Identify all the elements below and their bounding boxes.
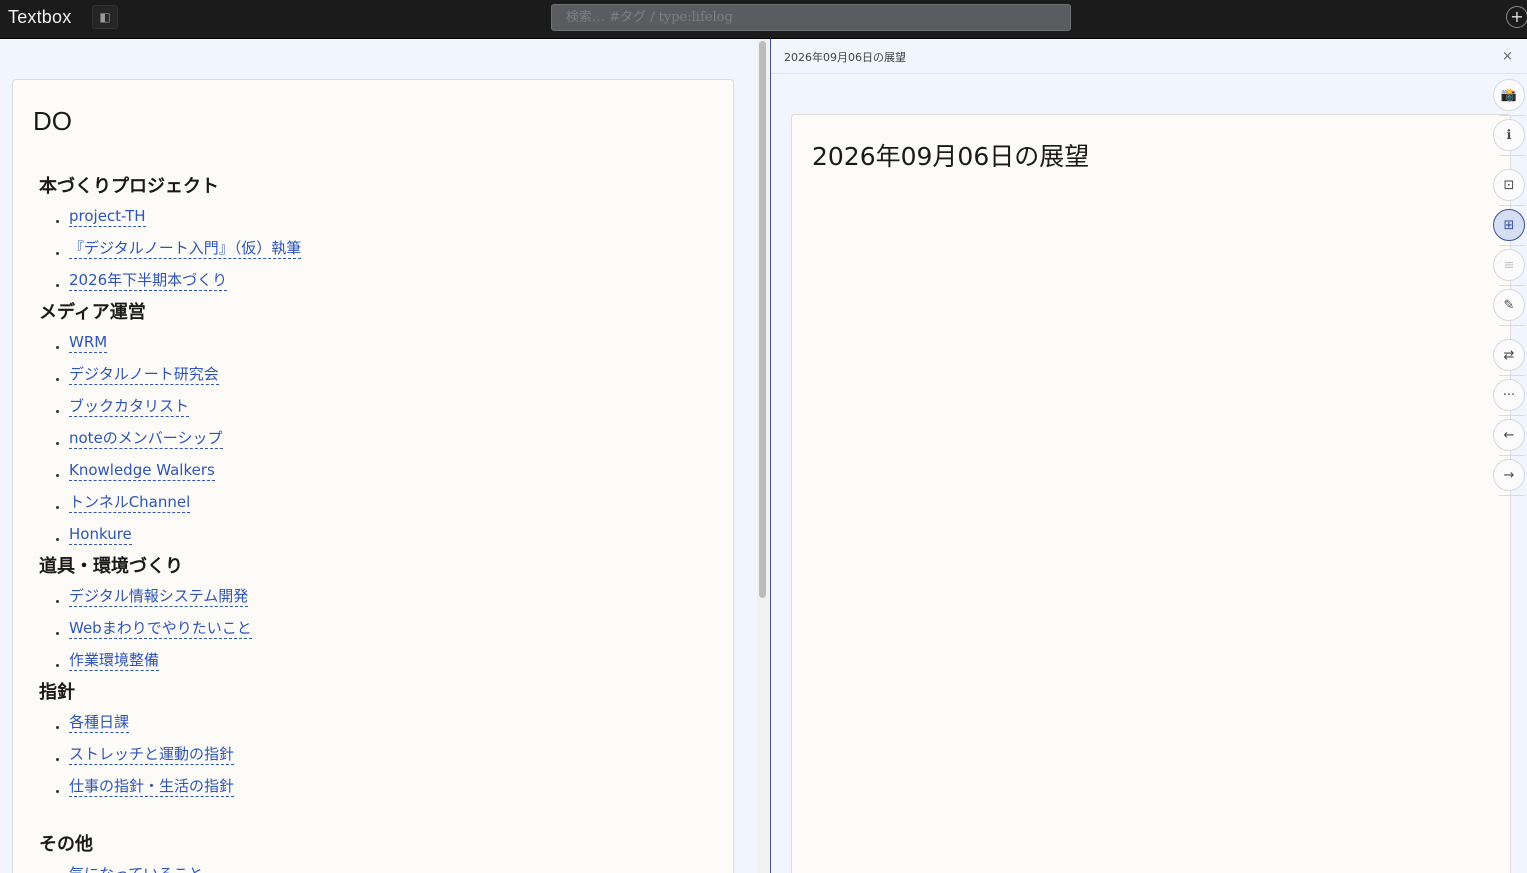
list-item: トンネルChannel	[39, 488, 719, 520]
list-item: デジタルノート研究会	[39, 360, 719, 392]
list-item: 仕事の指針・生活の指針	[39, 772, 719, 804]
toolbar-separator	[1499, 205, 1525, 206]
note-title: DO	[33, 106, 72, 136]
note-link[interactable]: 作業環境整備	[69, 651, 160, 671]
top-bar: Textbox ◧ +	[0, 0, 1527, 39]
forward-icon[interactable]: →	[1493, 459, 1525, 491]
toolbar-separator	[1499, 325, 1525, 326]
left-scrollbar[interactable]	[757, 39, 769, 873]
section-link-list: デジタル情報システム開発 Webまわりでやりたいこと 作業環境整備	[39, 582, 719, 678]
edit-icon[interactable]: ✎	[1493, 289, 1525, 321]
close-pane-button[interactable]: ×	[1502, 49, 1513, 64]
frame-icon[interactable]: ⊡	[1493, 169, 1525, 201]
section-heading: 本づくりプロジェクト	[39, 176, 219, 197]
note-link[interactable]: WRM	[69, 333, 108, 353]
search-input[interactable]	[551, 4, 1071, 31]
list-item: Webまわりでやりたいこと	[39, 614, 719, 646]
camera-icon[interactable]: 📸	[1493, 79, 1525, 111]
section-heading: メディア運営	[39, 302, 146, 323]
section-link-list: 気になっていること	[39, 860, 719, 873]
section-heading: 道具・環境づくり	[39, 556, 183, 577]
section-link-list: project-TH 『デジタルノート入門』（仮）執筆 2026年下半期本づくり	[39, 202, 719, 298]
list-item: 各種日課	[39, 708, 719, 740]
list-item: デジタル情報システム開発	[39, 582, 719, 614]
note-link[interactable]: 『デジタルノート入門』（仮）執筆	[69, 239, 302, 259]
left-scrollbar-thumb[interactable]	[759, 41, 766, 598]
note-link[interactable]: 各種日課	[69, 713, 130, 733]
section-link-list: WRM デジタルノート研究会 ブックカタリスト noteのメンバーシップ Knowled…	[39, 328, 719, 552]
left-pane: DO 本づくりプロジェクト project-TH 『デジタルノート入門』（仮）執筆 2…	[0, 39, 770, 873]
info-icon[interactable]: ℹ	[1493, 119, 1525, 151]
note-link[interactable]: project-TH	[69, 207, 146, 227]
list-item: 気になっていること	[39, 860, 719, 873]
right-pane-title: 2026年09月06日の展望	[784, 51, 906, 64]
note-link[interactable]: トンネルChannel	[69, 493, 191, 513]
note-link[interactable]: ブックカタリスト	[69, 397, 190, 417]
list-item: 作業環境整備	[39, 646, 719, 678]
toolbar-separator	[1499, 285, 1525, 286]
note-card-outlook: 2026年09月06日の展望	[791, 114, 1511, 873]
note-link[interactable]: デジタルノート研究会	[69, 365, 219, 385]
list-icon[interactable]: ≡	[1493, 249, 1525, 281]
back-icon[interactable]: ←	[1493, 419, 1525, 451]
list-item: project-TH	[39, 202, 719, 234]
add-note-button[interactable]: +	[1506, 6, 1527, 28]
right-pane-header: 2026年09月06日の展望 ×	[771, 39, 1527, 74]
app-title: Textbox	[8, 7, 72, 27]
more-icon[interactable]: ···	[1493, 379, 1525, 411]
list-item: 2026年下半期本づくり	[39, 266, 719, 298]
list-item: Honkure	[39, 520, 719, 552]
note-sections: 本づくりプロジェクト project-TH 『デジタルノート入門』（仮）執筆 2026…	[39, 172, 719, 873]
section-heading: 指針	[39, 682, 75, 703]
note-link[interactable]: Knowledge Walkers	[69, 461, 215, 481]
toolbar-separator	[1499, 495, 1525, 496]
note-card-title: 2026年09月06日の展望	[812, 142, 1090, 171]
sidebar-toggle-icon[interactable]: ◧	[92, 5, 118, 29]
section-link-list: 各種日課ストレッチと運動の指針 仕事の指針・生活の指針	[39, 708, 719, 804]
swap-icon[interactable]: ⇄	[1493, 339, 1525, 371]
section-heading: その他	[39, 834, 93, 855]
right-pane: 2026年09月06日の展望 × 2026年09月06日の展望 📸 ℹ ⊡ ⊞ ≡ ✎ ⇄ ·…	[771, 39, 1527, 873]
toolbar-separator	[1499, 415, 1525, 416]
toolbar-separator	[1499, 245, 1525, 246]
list-item: Knowledge Walkers	[39, 456, 719, 488]
toolbar-separator	[1499, 455, 1525, 456]
list-item: WRM	[39, 328, 719, 360]
note-link[interactable]: Webまわりでやりたいこと	[69, 619, 252, 639]
toolbar-separator	[1499, 115, 1525, 116]
note-link[interactable]: 気になっていること	[69, 865, 204, 873]
list-item: ストレッチと運動の指針	[39, 740, 719, 772]
note-card-do: DO 本づくりプロジェクト project-TH 『デジタルノート入門』（仮）執筆 2…	[12, 79, 734, 873]
note-link[interactable]: 2026年下半期本づくり	[69, 271, 228, 291]
note-link[interactable]: noteのメンバーシップ	[69, 429, 223, 449]
list-item: 『デジタルノート入門』（仮）執筆	[39, 234, 719, 266]
note-link[interactable]: デジタル情報システム開発	[69, 587, 249, 607]
note-link[interactable]: 仕事の指針・生活の指針	[69, 777, 235, 797]
toolbar-separator	[1499, 375, 1525, 376]
list-item: ブックカタリスト	[39, 392, 719, 424]
note-link[interactable]: ストレッチと運動の指針	[69, 745, 235, 765]
note-link[interactable]: Honkure	[69, 525, 132, 545]
toolbar-separator	[1499, 155, 1525, 156]
list-item: noteのメンバーシップ	[39, 424, 719, 456]
grid-icon[interactable]: ⊞	[1493, 209, 1525, 241]
